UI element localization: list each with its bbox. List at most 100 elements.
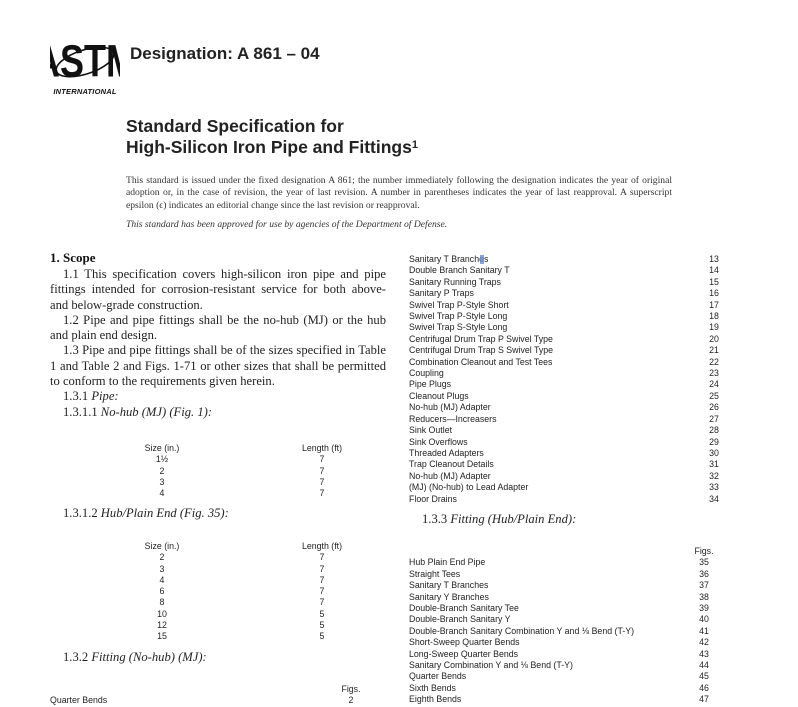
size-cell: 2 xyxy=(159,465,165,476)
figure-number[interactable]: 46 xyxy=(689,683,719,694)
table-hub-pipe: Size (in.) Length (ft) 2 7 3 7 4 7 6 7 8 7 10 5 12 5 1… xyxy=(112,541,372,643)
figure-number[interactable]: 25 xyxy=(699,391,729,402)
figure-number[interactable]: 41 xyxy=(689,626,719,637)
list-item: Sanitary Y Branches 38 xyxy=(409,592,719,603)
figure-number[interactable]: 33 xyxy=(699,482,729,493)
fitting-name: Centrifugal Drum Trap S Swivel Type xyxy=(409,345,554,356)
list-item: Sanitary T Branches 13 xyxy=(409,254,729,265)
designation: Designation: A 861 – 04 xyxy=(130,44,320,63)
subsection-number: 1.3.1 xyxy=(63,389,89,404)
list-item: Centrifugal Drum Trap S Swivel Type 21 xyxy=(409,345,729,356)
list-item: Pipe Plugs 24 xyxy=(409,379,729,390)
length-cell: 5 xyxy=(319,620,325,631)
size-cell: 12 xyxy=(157,620,167,631)
fitting-name: Straight Tees xyxy=(409,568,461,579)
fitting-name: Quarter Bends xyxy=(50,695,108,706)
figure-number[interactable]: 17 xyxy=(699,300,729,311)
figure-number[interactable]: 36 xyxy=(689,569,719,580)
list-item: Threaded Adapters 30 xyxy=(409,448,729,459)
list-item: Hub Plain End Pipe 35 xyxy=(409,557,719,568)
subsection-number: 1.3.3 xyxy=(422,512,448,526)
figure-number[interactable]: 45 xyxy=(689,671,719,682)
size-cell: 1½ xyxy=(155,454,169,465)
figure-number[interactable]: 30 xyxy=(699,448,729,459)
figure-number[interactable]: 18 xyxy=(699,311,729,322)
list-item: No-hub (MJ) Adapter 26 xyxy=(409,402,729,413)
list-item: Eighth Bends 47 xyxy=(409,694,719,705)
figure-number[interactable]: 40 xyxy=(689,614,719,625)
figure-number[interactable]: 29 xyxy=(699,437,729,448)
fitting-name: Double-Branch Sanitary Y xyxy=(409,614,511,625)
figure-number[interactable]: 34 xyxy=(699,494,729,505)
list-item: Sanitary T Branches 37 xyxy=(409,580,719,591)
fitting-name: Coupling xyxy=(409,368,444,379)
list-item: Coupling 23 xyxy=(409,368,729,379)
figure-number[interactable]: 32 xyxy=(699,471,729,482)
size-cell: 10 xyxy=(157,608,167,619)
title-footnote-marker[interactable]: 1 xyxy=(412,139,418,151)
dod-approval-note: This standard has been approved for use … xyxy=(126,219,448,230)
figure-number[interactable]: 24 xyxy=(699,379,729,390)
fitting-name: Double-Branch Sanitary Combination Y and… xyxy=(409,625,635,636)
figs-header: Figs. xyxy=(341,684,361,694)
figure-number[interactable]: 37 xyxy=(689,580,719,591)
figure-number[interactable]: 21 xyxy=(699,345,729,356)
figure-number[interactable]: 28 xyxy=(699,425,729,436)
size-cell: 4 xyxy=(159,488,165,499)
size-cell: 3 xyxy=(159,563,165,574)
figure-number[interactable]: 15 xyxy=(699,277,729,288)
figure-number[interactable]: 22 xyxy=(699,357,729,368)
table-row: 47 xyxy=(112,575,372,586)
list-item: Swivel Trap P-Style Short 17 xyxy=(409,300,729,311)
fitting-name: Swivel Trap P-Style Long xyxy=(409,311,508,322)
subsection-1-3-1: 1.3.1 Pipe: xyxy=(50,389,386,404)
fitting-name: Centrifugal Drum Trap P Swivel Type xyxy=(409,333,553,344)
table-row: 87 xyxy=(112,597,372,608)
subsection-1-3-1-1: 1.3.1.1 No-hub (MJ) (Fig. 1): xyxy=(50,405,386,420)
subsection-label: Fitting (Hub/Plain End): xyxy=(450,512,577,526)
figure-number[interactable]: 44 xyxy=(689,660,719,671)
size-cell: 8 xyxy=(159,597,165,608)
fitting-name: Sanitary T Branches xyxy=(409,580,489,591)
list-item: Reducers—Increasers 27 xyxy=(409,414,729,425)
fitting-name: Sanitary Y Branches xyxy=(409,591,489,602)
list-item: Sink Outlet 28 xyxy=(409,425,729,436)
fitting-nohub-list-left: Figs. Quarter Bends 2 xyxy=(50,684,366,707)
figure-number[interactable]: 27 xyxy=(699,414,729,425)
list-item: Straight Tees 36 xyxy=(409,569,719,580)
fitting-name: Floor Drains xyxy=(409,493,457,504)
figure-number[interactable]: 14 xyxy=(699,265,729,276)
fitting-name: Swivel Trap S-Style Long xyxy=(409,322,508,333)
length-cell: 7 xyxy=(319,476,325,487)
figure-number[interactable]: 42 xyxy=(689,637,719,648)
list-item: Swivel Trap P-Style Long 18 xyxy=(409,311,729,322)
figure-number[interactable]: 39 xyxy=(689,603,719,614)
table-row: 27 xyxy=(112,552,372,563)
scope-body: 1.1 This specification covers high-silic… xyxy=(50,267,386,420)
figure-number[interactable]: 47 xyxy=(689,694,719,705)
figure-number[interactable]: 43 xyxy=(689,649,719,660)
figure-number[interactable]: 19 xyxy=(699,322,729,333)
figure-number[interactable]: 20 xyxy=(699,334,729,345)
list-item: Quarter Bends 45 xyxy=(409,671,719,682)
figure-number[interactable]: 13 xyxy=(699,254,729,265)
figure-number[interactable]: 23 xyxy=(699,368,729,379)
figure-number[interactable]: 2 xyxy=(336,695,366,706)
fitting-name: Cleanout Plugs xyxy=(409,390,469,401)
figure-number[interactable]: 31 xyxy=(699,459,729,470)
figure-number[interactable]: 26 xyxy=(699,402,729,413)
fitting-name: Quarter Bends xyxy=(409,671,467,682)
list-item: Sink Overflows 29 xyxy=(409,437,729,448)
fitting-name: Eighth Bends xyxy=(409,694,462,705)
figure-number[interactable]: 38 xyxy=(689,592,719,603)
subsection-label: Hub/Plain End (Fig. 35): xyxy=(100,506,229,520)
table-row: 37 xyxy=(112,477,372,488)
fitting-name: No-hub (MJ) Adapter xyxy=(409,470,491,481)
list-item: Floor Drains 34 xyxy=(409,494,729,505)
list-item: Double-Branch Sanitary Y 40 xyxy=(409,614,719,625)
figure-number[interactable]: 16 xyxy=(699,288,729,299)
table-header-row: Size (in.) Length (ft) xyxy=(112,443,372,454)
fitting-name: Threaded Adapters xyxy=(409,447,484,458)
figure-number[interactable]: 35 xyxy=(689,557,719,568)
subsection-number: 1.3.2 xyxy=(63,650,89,664)
